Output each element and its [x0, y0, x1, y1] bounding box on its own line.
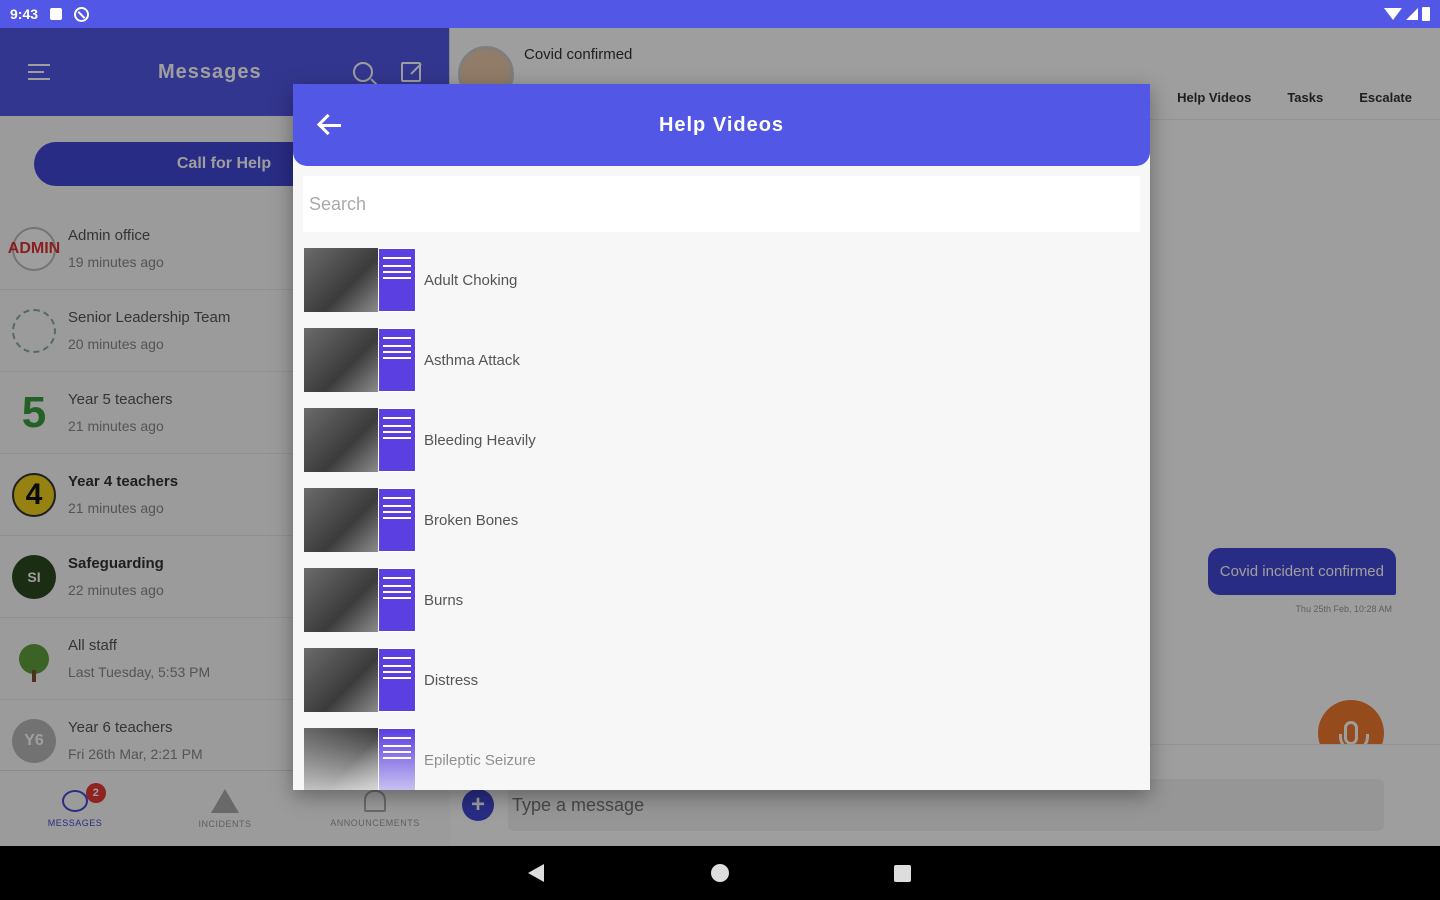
video-label: Broken Bones	[424, 511, 519, 529]
arrow-left-icon[interactable]	[317, 112, 343, 138]
status-bar: 9:43	[0, 0, 1440, 28]
list-item[interactable]: Asthma Attack	[293, 320, 1150, 400]
video-label: Distress	[424, 671, 479, 689]
video-label: Epileptic Seizure	[424, 751, 536, 769]
list-item[interactable]: Epileptic Seizure	[293, 720, 1150, 790]
help-videos-dialog: Help Videos Adult Choking Asthma Attack …	[293, 84, 1150, 790]
video-label: Bleeding Heavily	[424, 431, 536, 449]
dialog-header: Help Videos	[293, 84, 1150, 166]
video-thumbnail	[304, 728, 416, 790]
video-thumbnail	[304, 248, 416, 312]
video-thumbnail	[304, 568, 416, 632]
video-thumbnail	[304, 408, 416, 472]
cell-signal-icon	[1406, 8, 1418, 20]
video-label: Asthma Attack	[424, 351, 520, 369]
system-navigation-bar	[0, 846, 1440, 900]
notification-icon	[50, 8, 63, 20]
video-label: Burns	[424, 591, 464, 609]
video-thumbnail	[304, 328, 416, 392]
home-circle-icon[interactable]	[711, 864, 729, 882]
list-item[interactable]: Distress	[293, 640, 1150, 720]
search-input[interactable]	[303, 176, 1140, 232]
battery-icon	[1422, 7, 1430, 21]
recents-square-icon[interactable]	[894, 865, 911, 882]
dialog-title: Help Videos	[658, 113, 785, 136]
video-thumbnail	[304, 488, 416, 552]
list-item[interactable]: Bleeding Heavily	[293, 400, 1150, 480]
back-triangle-icon[interactable]	[528, 864, 544, 882]
video-label: Adult Choking	[424, 271, 518, 289]
list-item[interactable]: Adult Choking	[293, 240, 1150, 320]
video-list: Adult Choking Asthma Attack Bleeding Hea…	[293, 240, 1150, 790]
wifi-icon	[1384, 8, 1402, 20]
do-not-disturb-icon	[74, 6, 90, 22]
status-time: 9:43	[10, 6, 39, 22]
video-thumbnail	[304, 648, 416, 712]
list-item[interactable]: Broken Bones	[293, 480, 1150, 560]
list-item[interactable]: Burns	[293, 560, 1150, 640]
